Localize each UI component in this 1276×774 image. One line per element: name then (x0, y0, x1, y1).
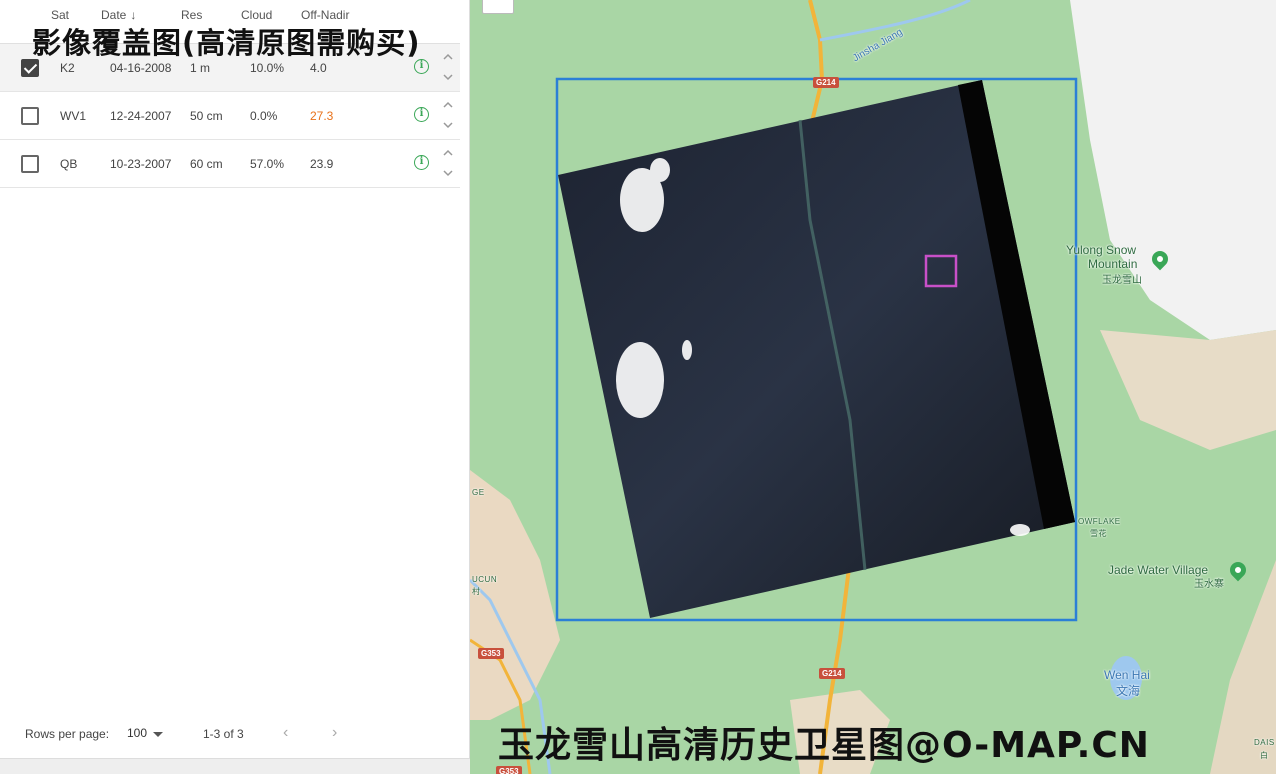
cell-cloud: 10.0% (250, 61, 285, 75)
cell-res: 1 m (190, 61, 211, 75)
chevron-up-icon[interactable] (442, 52, 454, 62)
label-wen-hai-cn: 文海 (1116, 684, 1141, 698)
label-jade-cn: 玉水寨 (1194, 579, 1224, 590)
road-shield-g353: G353 (478, 648, 504, 659)
cell-off-nadir: 27.3 (310, 109, 334, 123)
cell-date: 12-24-2007 (110, 109, 172, 123)
row-checkbox[interactable] (21, 107, 39, 125)
chevron-down-icon[interactable] (442, 120, 454, 130)
row-reorder-control (442, 146, 454, 182)
label-ge: GE (472, 488, 485, 497)
label-dais: DAIS (1254, 738, 1275, 747)
label-wen-hai: Wen Hai (1104, 668, 1150, 682)
cell-sat: K2 (60, 61, 75, 75)
cell-cloud: 57.0% (250, 157, 285, 171)
label-ucun: UCUN (472, 575, 498, 584)
label-yulong-mountain-line2: Mountain (1088, 257, 1138, 271)
cell-sat: QB (60, 157, 78, 171)
table-row[interactable]: WV1 12-24-2007 50 cm 0.0% 27.3 i (0, 92, 460, 140)
chevron-down-icon[interactable] (442, 168, 454, 178)
prev-page-button[interactable]: ‹ (283, 724, 288, 742)
label-yulong-cn: 玉龙雪山 (1102, 275, 1142, 286)
watermark-coverage-title: 影像覆盖图(高清原图需购买) (32, 26, 421, 60)
cell-res: 60 cm (190, 157, 223, 171)
chevron-down-icon[interactable] (442, 72, 454, 82)
row-reorder-control (442, 98, 454, 134)
table-pagination: Rows per page: 100 1-3 of 3 ‹ › (0, 716, 460, 752)
cell-off-nadir: 23.9 (310, 157, 334, 171)
map-layer-toggle[interactable] (482, 0, 514, 14)
info-icon[interactable]: i (414, 107, 429, 122)
row-checkbox[interactable] (21, 155, 39, 173)
cell-sat: WV1 (60, 109, 87, 123)
label-yulong-snow-mountain: Yulong Snow (1066, 243, 1137, 257)
map-canvas (470, 0, 1276, 774)
label-dais-cn: 白 (1260, 751, 1269, 760)
info-icon[interactable]: i (414, 155, 429, 170)
cell-off-nadir: 4.0 (310, 61, 327, 75)
road-shield-g214-south: G214 (819, 668, 845, 679)
cell-res: 50 cm (190, 109, 223, 123)
label-snowflake: OWFLAKE (1078, 517, 1121, 526)
chevron-up-icon[interactable] (442, 148, 454, 158)
rows-per-page-label: Rows per page: (25, 727, 110, 741)
map-view[interactable]: Jinsha Jiang G214 G214 G353 G353 Yulong … (470, 0, 1276, 774)
next-page-button[interactable]: › (332, 724, 337, 742)
rows-per-page-select[interactable]: 100 (127, 726, 147, 740)
road-shield-g214-north: G214 (813, 77, 839, 88)
pagination-range: 1-3 of 3 (203, 727, 244, 741)
cell-cloud: 0.0% (250, 109, 278, 123)
cell-date: 04-16-2008 (110, 61, 172, 75)
cell-date: 10-23-2007 (110, 157, 172, 171)
label-snowflake-cn: 雪花 (1090, 529, 1107, 538)
table-row[interactable]: QB 10-23-2007 60 cm 57.0% 23.9 i (0, 140, 460, 188)
imagery-results-panel: Sat Date ↓ Res Cloud Off-Nadir 影像覆盖图(高清原图… (0, 0, 470, 774)
caret-down-icon[interactable] (153, 732, 163, 737)
row-reorder-control (442, 50, 454, 86)
label-ucun-cn: 村 (472, 587, 481, 596)
horizontal-scrollbar[interactable] (0, 758, 470, 774)
watermark-site-credit: 玉龙雪山高清历史卫星图@O-MAP.CN (498, 725, 1150, 766)
chevron-up-icon[interactable] (442, 100, 454, 110)
